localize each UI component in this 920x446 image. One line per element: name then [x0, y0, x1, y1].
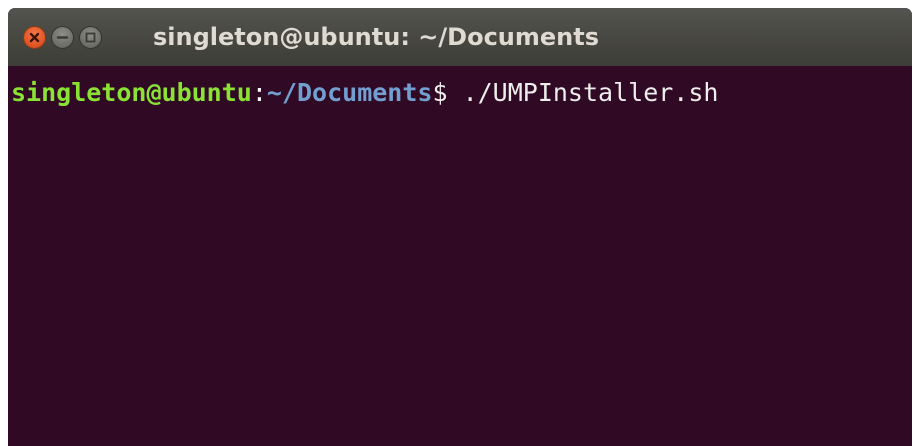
prompt-path: ~/Documents	[266, 78, 433, 107]
maximize-button[interactable]	[79, 26, 102, 49]
close-icon	[29, 32, 40, 43]
prompt-command: ./UMPInstaller.sh	[462, 78, 719, 107]
close-button[interactable]	[23, 26, 46, 49]
minimize-icon	[56, 36, 69, 39]
prompt-separator: :	[251, 78, 267, 107]
prompt-line: singleton@ubuntu:~/Documents$ ./UMPInsta…	[11, 76, 718, 110]
minimize-button[interactable]	[51, 26, 74, 49]
terminal-output[interactable]: singleton@ubuntu:~/Documents$ ./UMPInsta…	[8, 66, 912, 446]
prompt-user-host: singleton@ubuntu	[11, 78, 252, 107]
title-bar[interactable]: singleton@ubuntu: ~/Documents	[8, 8, 912, 66]
terminal-window: singleton@ubuntu: ~/Documents singleton@…	[8, 8, 912, 446]
maximize-icon	[85, 32, 96, 43]
prompt-symbol: $	[432, 78, 463, 107]
window-title: singleton@ubuntu: ~/Documents	[153, 23, 600, 51]
